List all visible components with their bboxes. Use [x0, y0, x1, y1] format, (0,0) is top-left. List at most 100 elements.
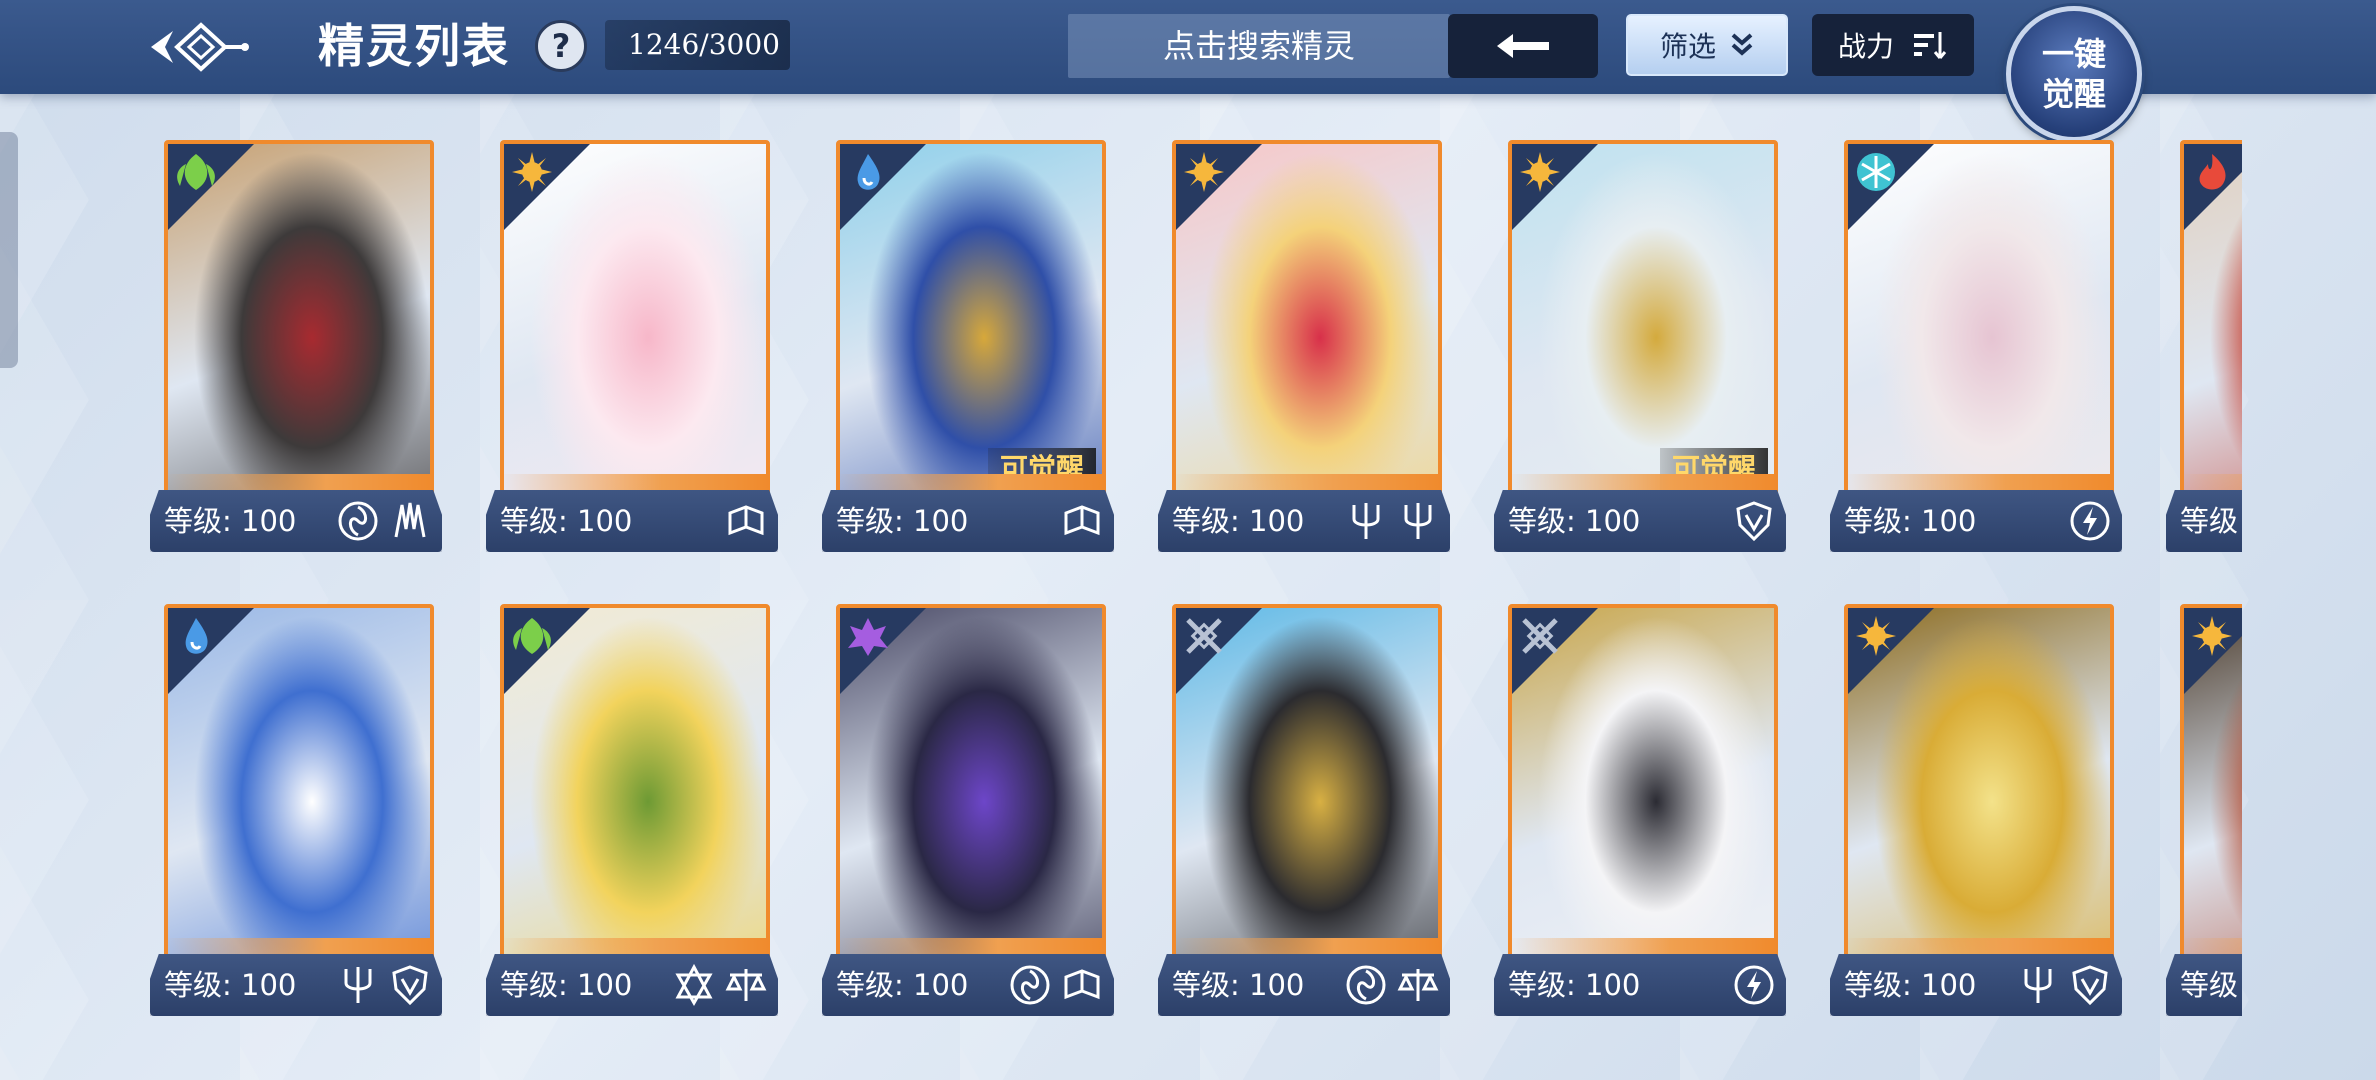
spirit-count: 1246/3000	[605, 20, 790, 70]
shield-skill-icon	[2072, 965, 2108, 1006]
level-label: 等级: 100	[836, 968, 969, 1002]
level-bar: 等级: 100	[822, 490, 1114, 552]
skill-icons	[1060, 499, 1104, 543]
level-bar: 等级: 100	[1494, 954, 1786, 1016]
skill-icons	[1008, 963, 1104, 1007]
spirit-card[interactable]: 等级	[2156, 130, 2242, 558]
fire-element-icon	[2199, 154, 2226, 190]
level-bar: 等级	[2166, 490, 2242, 552]
back-arrow-icon	[151, 22, 249, 72]
level-label: 等级	[2180, 504, 2239, 538]
skill-icons	[672, 963, 768, 1007]
level-bar: 等级: 100	[1158, 954, 1450, 1016]
level-label: 等级: 100	[836, 504, 969, 538]
spiral-skill-icon	[1010, 965, 1050, 1005]
book-skill-icon	[1064, 969, 1100, 1000]
search-back-button[interactable]	[1448, 14, 1598, 78]
spirit-card[interactable]: 等级: 100	[812, 594, 1114, 1022]
trident-skill-icon	[1352, 503, 1380, 539]
filter-button[interactable]: 筛选	[1626, 14, 1788, 76]
spirit-portrait	[2180, 140, 2242, 500]
spirit-grid: 等级: 100 等级: 100 可觉醒 等级: 100 等级: 100 可觉醒 等级: 10…	[140, 130, 2242, 1030]
spirit-card[interactable]: 等级: 100	[1148, 130, 1450, 558]
spirit-card[interactable]: 等级: 100	[140, 594, 442, 1022]
skill-icons	[1344, 499, 1440, 543]
awaken-line2: 觉醒	[2041, 75, 2106, 113]
scale-skill-icon	[725, 969, 767, 1001]
dark-element-icon	[848, 618, 888, 656]
water-element-icon	[857, 154, 880, 190]
light-element-icon	[1856, 616, 1896, 656]
lightning-skill-icon	[2070, 501, 2110, 541]
neutral-element-icon	[1522, 618, 1558, 654]
light-element-icon	[1520, 152, 1560, 192]
claw-skill-icon	[394, 502, 426, 538]
level-bar: 等级: 100	[822, 954, 1114, 1016]
spirit-portrait: 可觉醒	[836, 140, 1106, 500]
sort-icon	[1914, 32, 1947, 59]
back-button[interactable]	[138, 12, 258, 82]
spirit-card[interactable]: 等级: 100	[1820, 594, 2122, 1022]
grass-element-icon	[177, 154, 215, 190]
spirit-card[interactable]: 等级: 100	[476, 594, 778, 1022]
help-button[interactable]: ?	[535, 20, 587, 72]
spirit-card[interactable]: 等级: 100	[1148, 594, 1450, 1022]
light-element-icon	[2192, 616, 2232, 656]
skill-icons	[2016, 963, 2112, 1007]
search-input[interactable]: 点击搜索精灵	[1068, 14, 1450, 78]
level-bar: 等级: 100	[1494, 490, 1786, 552]
neutral-element-icon	[1186, 618, 1222, 654]
spirit-portrait	[1172, 140, 1442, 500]
shield-skill-icon	[1736, 501, 1772, 542]
spirit-portrait	[164, 140, 434, 500]
star-skill-icon	[675, 963, 713, 1007]
skill-icons	[336, 499, 432, 543]
spirit-card[interactable]: 等级: 100	[140, 130, 442, 558]
skill-icons	[2068, 499, 2112, 543]
lightning-skill-icon	[1734, 965, 1774, 1005]
skill-icons	[1344, 963, 1440, 1007]
skill-icons	[1732, 499, 1776, 543]
spirit-portrait	[2180, 604, 2242, 964]
spirit-portrait	[1844, 604, 2114, 964]
scale-skill-icon	[1397, 969, 1439, 1001]
trident-skill-icon	[344, 967, 372, 1003]
level-bar: 等级	[2166, 954, 2242, 1016]
spirit-portrait	[1844, 140, 2114, 500]
spirit-portrait	[1508, 604, 1778, 964]
grass-element-icon	[513, 618, 551, 654]
light-element-icon	[512, 152, 552, 192]
skill-icons	[1732, 963, 1776, 1007]
page-title: 精灵列表	[318, 19, 510, 73]
level-bar: 等级: 100	[1830, 490, 2122, 552]
level-label: 等级: 100	[500, 504, 633, 538]
sort-power-button[interactable]: 战力	[1812, 14, 1974, 76]
level-bar: 等级: 100	[150, 490, 442, 552]
spirit-card[interactable]: 可觉醒 等级: 100	[1484, 130, 1786, 558]
side-drawer-handle[interactable]	[0, 132, 18, 368]
spirit-portrait: 可觉醒	[1508, 140, 1778, 500]
spirit-card[interactable]: 等级: 100	[1484, 594, 1786, 1022]
level-bar: 等级: 100	[1158, 490, 1450, 552]
level-label: 等级: 100	[1844, 968, 1977, 1002]
double-chevron-down-icon	[1731, 33, 1753, 56]
spiral-skill-icon	[1346, 965, 1386, 1005]
ice-element-icon	[1857, 153, 1895, 191]
level-label: 等级: 100	[1844, 504, 1977, 538]
skill-icons	[336, 963, 432, 1007]
level-label: 等级	[2180, 968, 2239, 1002]
light-element-icon	[1184, 152, 1224, 192]
spirit-card[interactable]: 可觉醒等级: 100	[812, 130, 1114, 558]
spirit-card[interactable]: 等级: 100	[1820, 130, 2122, 558]
left-arrow-icon	[1497, 34, 1549, 58]
level-label: 等级: 100	[164, 504, 297, 538]
spirit-portrait	[500, 604, 770, 964]
spiral-skill-icon	[338, 501, 378, 541]
book-skill-icon	[728, 505, 764, 536]
spirit-card[interactable]: 等级: 100	[476, 130, 778, 558]
spirit-card[interactable]: 等级	[2156, 594, 2242, 1022]
water-element-icon	[185, 618, 208, 654]
spirit-portrait	[1172, 604, 1442, 964]
one-click-awaken-button[interactable]: 一键 觉醒	[2006, 6, 2142, 142]
level-label: 等级: 100	[1172, 504, 1305, 538]
